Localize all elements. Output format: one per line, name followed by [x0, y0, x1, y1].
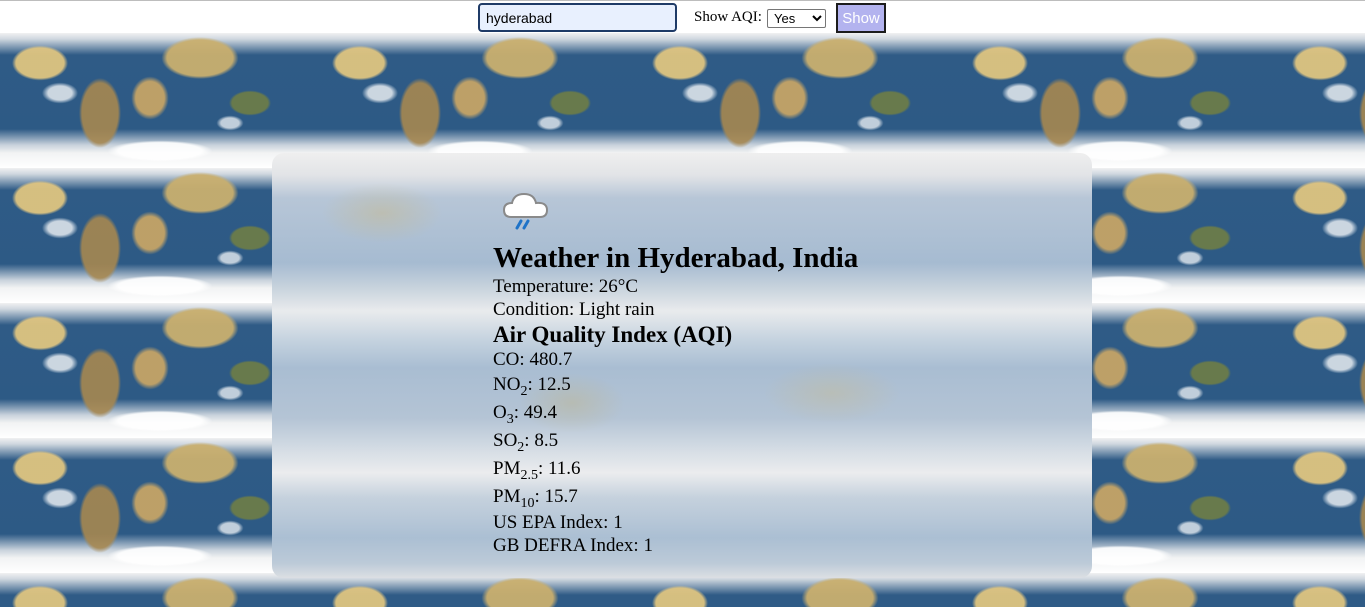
weather-title: Weather in Hyderabad, India [493, 242, 859, 274]
us-epa-row: US EPA Index: 1 [493, 512, 623, 533]
no2-subscript: 2 [520, 384, 528, 399]
o3-label: O [493, 402, 507, 423]
pm25-row: PM2.5: 11.6 [493, 458, 581, 483]
top-toolbar: Show AQI: Yes No Show [0, 0, 1365, 33]
o3-subscript: 3 [506, 412, 514, 427]
condition-value: Light rain [579, 299, 655, 320]
pm10-label: PM [493, 486, 521, 507]
so2-label: SO [493, 430, 518, 451]
temperature-value: 26°C [598, 276, 639, 297]
pm25-subscript: 2.5 [520, 468, 538, 483]
us-epa-value: 1 [613, 512, 623, 533]
condition-row: Condition: Light rain [493, 298, 858, 321]
us-epa-label: US EPA Index [493, 512, 604, 533]
co-label: CO [493, 349, 520, 370]
show-aqi-label: Show AQI: [694, 9, 762, 25]
show-button[interactable]: Show [836, 3, 886, 33]
condition-label: Condition: [493, 299, 575, 320]
gb-defra-value: 1 [643, 535, 653, 556]
pm10-subscript: 10 [520, 496, 535, 511]
pm10-row: PM10: 15.7 [493, 486, 578, 511]
weather-card: Weather in Hyderabad, India Temperature:… [272, 153, 1092, 578]
weather-details: Weather in Hyderabad, India Temperature:… [493, 241, 858, 557]
o3-row: O3: 49.4 [493, 402, 558, 427]
so2-subscript: 2 [517, 440, 525, 455]
co-row: CO: 480.7 [493, 349, 573, 370]
light-rain-cloud-icon [502, 192, 549, 230]
so2-value: 8.5 [534, 430, 559, 451]
so2-row: SO2: 8.5 [493, 430, 559, 455]
no2-label: NO [493, 374, 521, 395]
pm25-value: 11.6 [548, 458, 581, 479]
temperature-label: Temperature: [493, 276, 595, 297]
co-value: 480.7 [529, 349, 573, 370]
no2-row: NO2: 12.5 [493, 374, 571, 399]
gb-defra-label: GB DEFRA Index [493, 535, 634, 556]
pm10-value: 15.7 [544, 486, 578, 507]
o3-value: 49.4 [523, 402, 558, 423]
gb-defra-row: GB DEFRA Index: 1 [493, 535, 653, 556]
aqi-heading: Air Quality Index (AQI) [493, 322, 733, 347]
pm25-label: PM [493, 458, 521, 479]
no2-value: 12.5 [537, 374, 571, 395]
show-aqi-select[interactable]: Yes No [767, 9, 826, 28]
temperature-row: Temperature: 26°C [493, 275, 858, 298]
city-search-input[interactable] [478, 3, 677, 32]
